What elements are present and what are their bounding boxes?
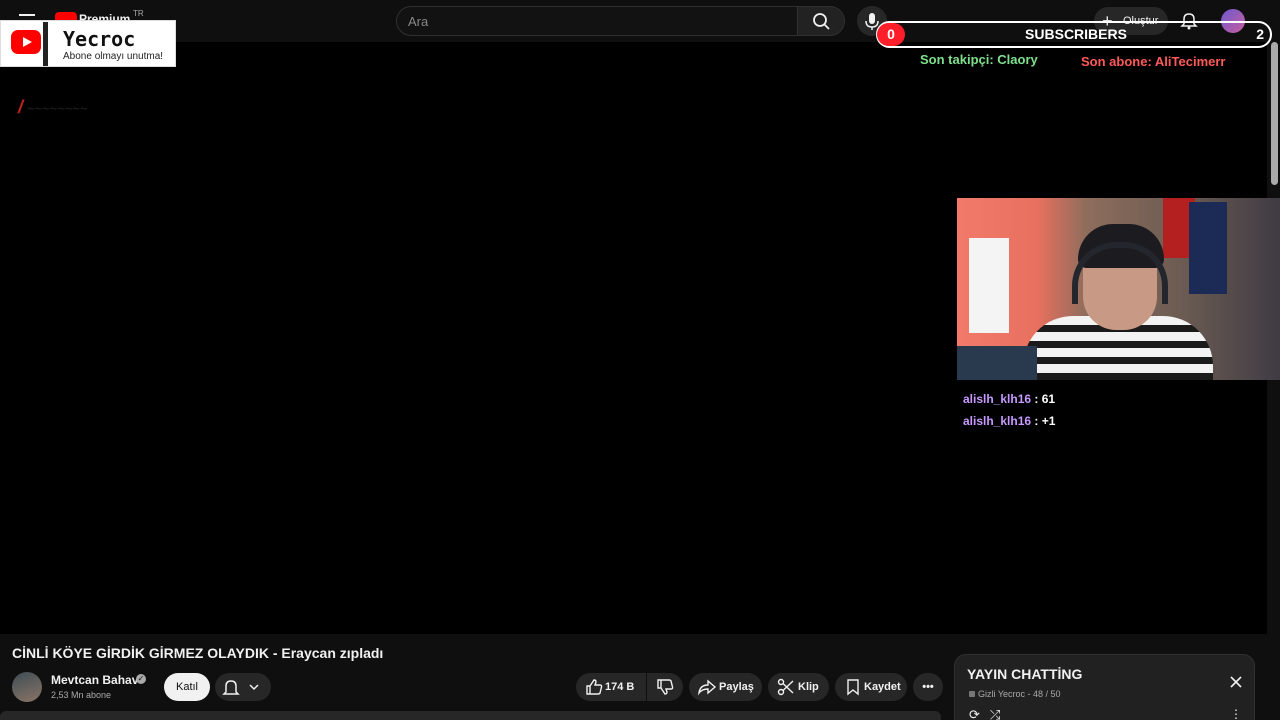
subscribers-label: SUBSCRIBERS [1025, 26, 1127, 42]
scrollbar-thumb[interactable] [1271, 42, 1278, 185]
share-label: Paylaş [719, 681, 754, 693]
subscribers-goal-bar: 0 SUBSCRIBERS 2 [876, 21, 1272, 48]
dislike-button[interactable] [647, 673, 683, 701]
last-follower-text: Son takipçi: Claory [920, 52, 1038, 67]
chat-message: : 61 [1034, 392, 1056, 406]
like-count: 174 B [605, 681, 635, 693]
scissors-icon [777, 678, 794, 696]
overlay-channel-name: Yecroc [63, 27, 136, 51]
close-chat-button[interactable] [1227, 673, 1245, 691]
save-button[interactable]: Kaydet [835, 673, 907, 701]
save-label: Kaydet [864, 681, 901, 693]
video-title: CİNLİ KÖYE GİRDİK GİRMEZ OLAYDIK - Erayc… [12, 645, 384, 661]
channel-name[interactable]: Mevtcan Bahav [51, 673, 138, 687]
description-box[interactable] [0, 711, 941, 720]
clip-label: Klip [798, 681, 819, 693]
search-icon [813, 13, 830, 30]
last-subscriber-text: Son abone: AliTecimerr [1081, 54, 1226, 69]
overlay-channel-tagline: Abone olmayı unutma! [63, 51, 164, 62]
search-box [396, 6, 798, 36]
channel-overlay-card: Yecroc Abone olmayı unutma! [0, 20, 176, 67]
more-horizontal-icon: ••• [922, 681, 934, 693]
search-input[interactable] [397, 7, 798, 35]
stream-chat-line: alislh_klh16 : 61 [963, 392, 1055, 414]
live-chat-meta: Gizli Yecroc - 48 / 50 [969, 689, 1061, 699]
chat-username: alislh_klh16 [963, 392, 1032, 406]
share-icon [697, 679, 717, 696]
youtube-watch-page: / ~~~~~~~~ Premium TR + [0, 0, 1280, 720]
like-button[interactable]: 174 B [576, 673, 646, 701]
search-button[interactable] [797, 6, 845, 36]
join-button[interactable]: Katıl [164, 673, 210, 701]
more-actions-button[interactable]: ••• [913, 673, 943, 701]
loop-icon[interactable]: ⟳ [969, 707, 990, 720]
subscribers-goal-count: 2 [1256, 26, 1264, 42]
shuffle-icon[interactable]: ⤮ [990, 707, 1010, 720]
region-code: TR [133, 9, 144, 18]
chat-username: alislh_klh16 [963, 414, 1032, 428]
notification-settings-button[interactable] [215, 673, 271, 701]
microphone-arm [957, 346, 1037, 380]
thumbs-up-icon [586, 679, 603, 695]
stream-watermark-logo: / ~~~~~~~~ [18, 97, 88, 117]
bell-icon [222, 680, 259, 695]
webcam-overlay [957, 198, 1280, 380]
chat-toolbar: ⟳⤮ [969, 707, 1010, 720]
youtube-play-icon [2, 22, 48, 66]
stream-chat-line: alislh_klh16 : +1 [963, 414, 1055, 436]
thumbs-down-icon [657, 679, 674, 695]
live-chat-channel: Yecroc [997, 689, 1026, 699]
stream-chat-overlay: alislh_klh16 : 61 alislh_klh16 : +1 [963, 392, 1055, 436]
live-chat-visibility: Gizli [978, 689, 996, 699]
more-vertical-icon[interactable]: ⋮ [1230, 707, 1242, 720]
lock-icon [969, 691, 975, 697]
chat-message: : +1 [1034, 414, 1056, 428]
live-chat-panel: YAYIN CHATTİNG Gizli Yecroc - 48 / 50 ⟳⤮… [954, 654, 1255, 720]
bookmark-icon [847, 679, 859, 696]
share-button[interactable]: Paylaş [689, 673, 762, 701]
channel-avatar[interactable] [12, 672, 42, 702]
channel-subscriber-count: 2,53 Mn abone [51, 690, 112, 700]
verified-icon: ✓ [136, 674, 146, 684]
live-chat-count: - 48 / 50 [1027, 689, 1061, 699]
close-icon [1230, 676, 1242, 688]
clip-button[interactable]: Klip [768, 673, 829, 701]
live-chat-title: YAYIN CHATTİNG [967, 666, 1083, 682]
